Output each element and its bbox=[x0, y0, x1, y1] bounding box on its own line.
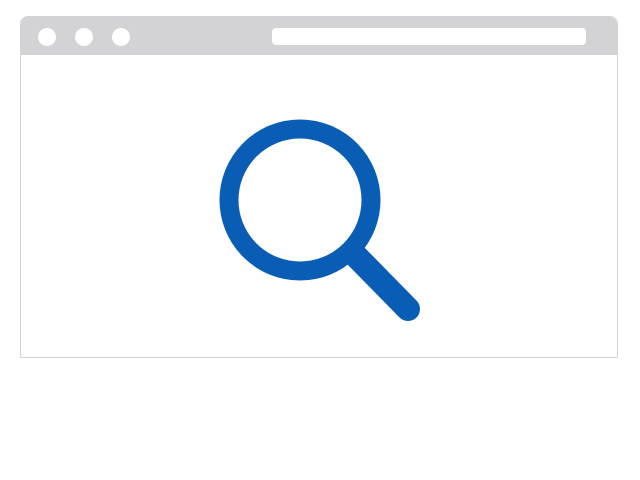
window-control-3[interactable] bbox=[112, 28, 130, 46]
address-bar[interactable] bbox=[272, 28, 586, 45]
window-control-2[interactable] bbox=[75, 28, 93, 46]
magnifying-glass-icon bbox=[219, 119, 420, 321]
browser-window bbox=[20, 16, 618, 358]
title-bar bbox=[21, 17, 617, 55]
page bbox=[0, 0, 640, 480]
content-area bbox=[21, 55, 617, 357]
window-control-1[interactable] bbox=[38, 28, 56, 46]
magnifier-handle bbox=[342, 242, 420, 321]
